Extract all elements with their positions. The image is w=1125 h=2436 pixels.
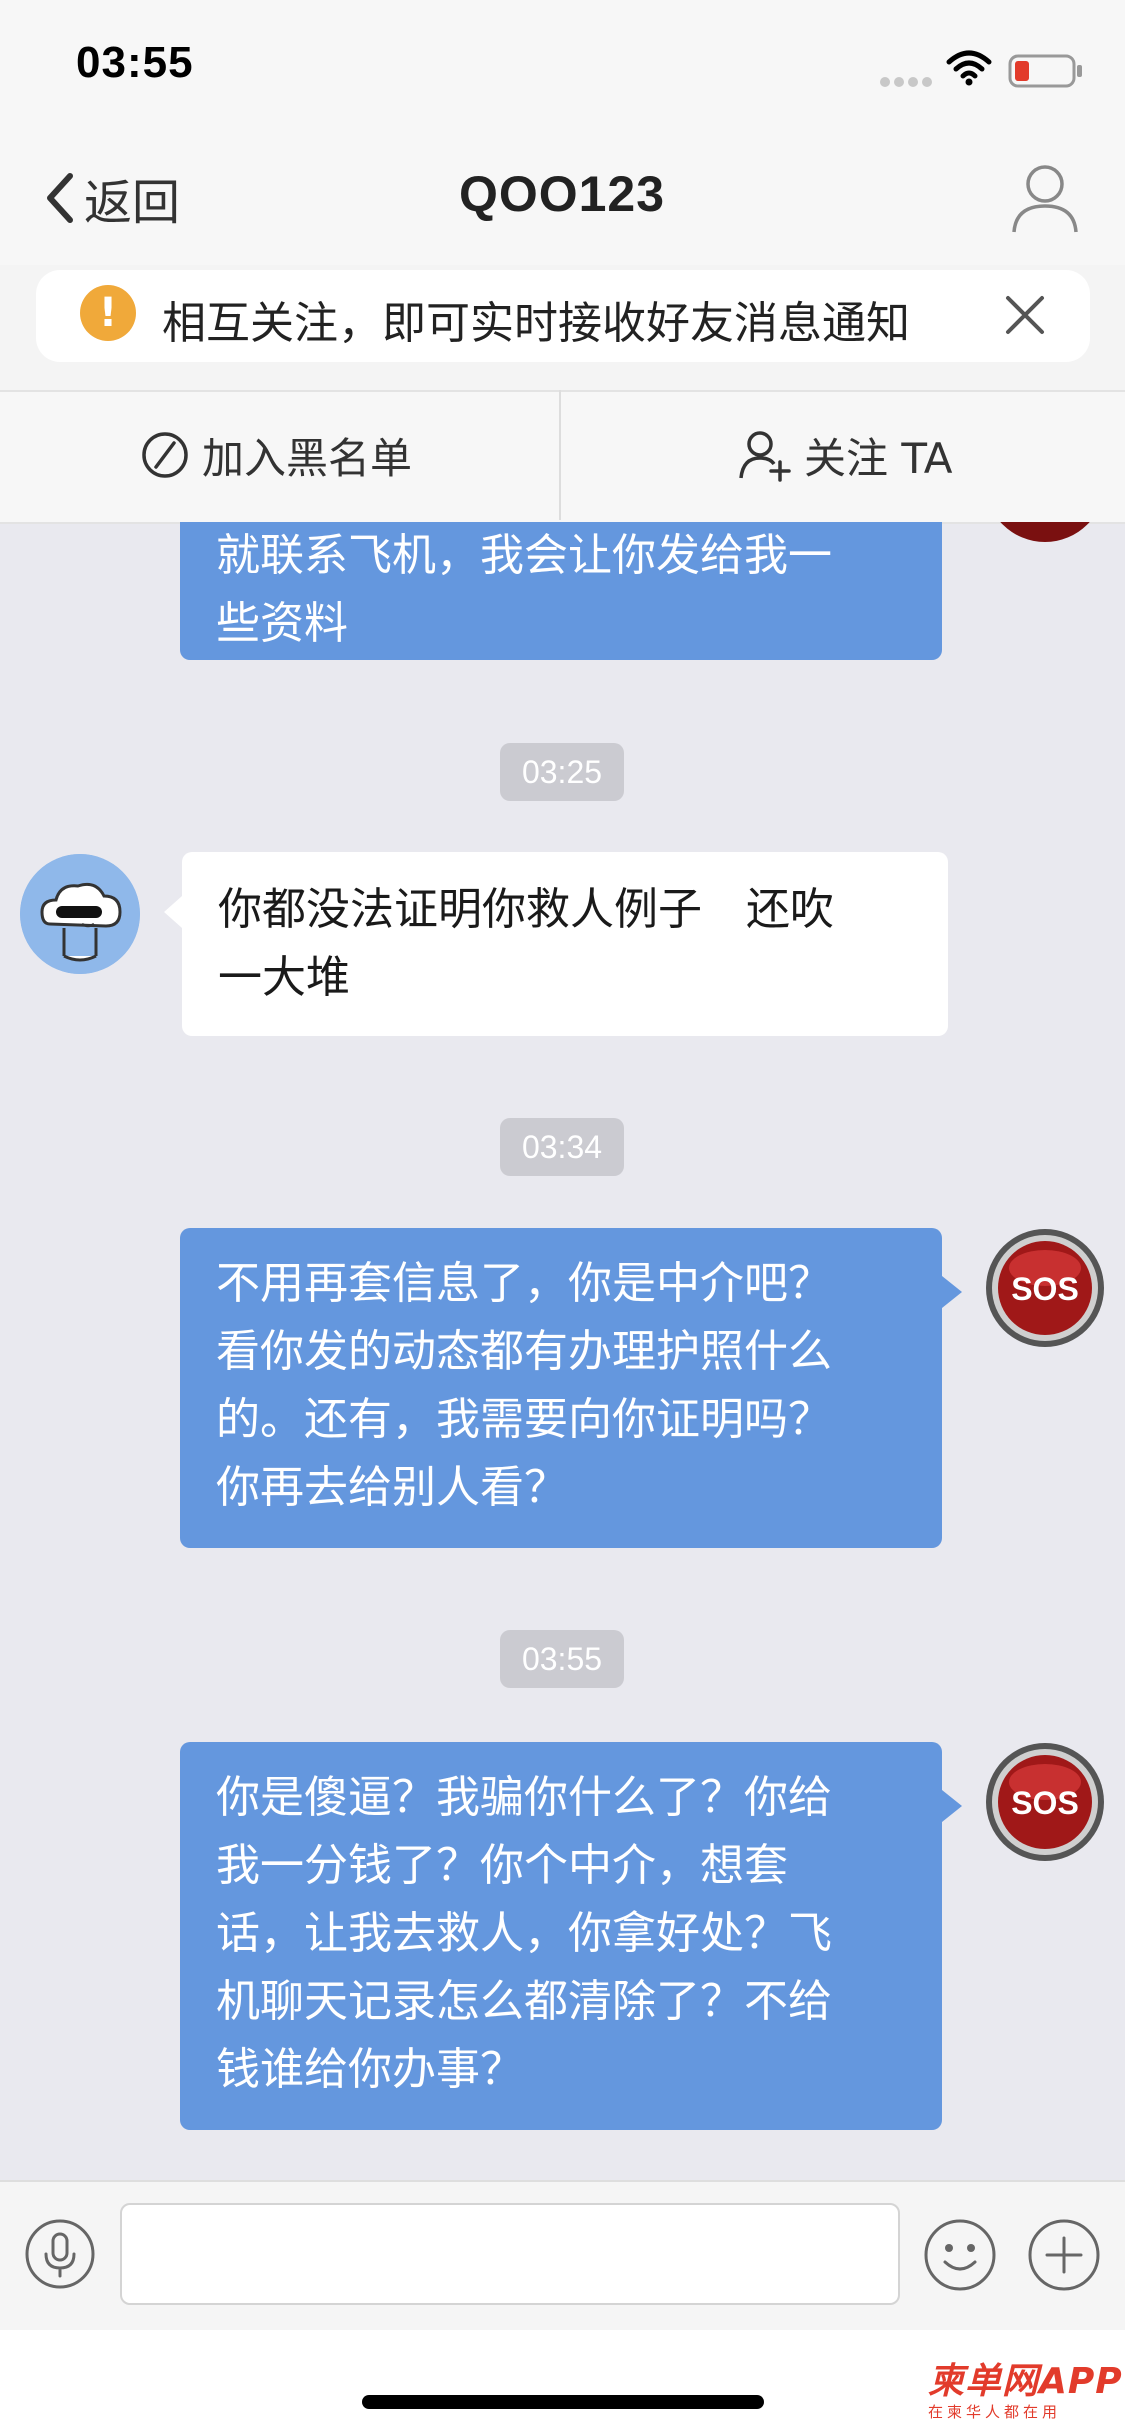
bubble-tail — [942, 1276, 962, 1308]
action-divider — [559, 390, 561, 520]
plus-icon[interactable] — [1027, 2218, 1101, 2292]
chat-area: 就联系飞机，我会让你发给我一 些资料 03:25 你都没法证明你救人例子 还吹 … — [0, 522, 1125, 2178]
timestamp: 03:55 — [500, 1630, 624, 1688]
sos-icon: SOS — [986, 1229, 1104, 1347]
avatar — [20, 854, 140, 974]
timestamp: 03:34 — [500, 1118, 624, 1176]
message-outgoing: 就联系飞机，我会让你发给我一 些资料 — [180, 522, 942, 660]
exclamation-icon: ! — [80, 285, 136, 341]
cloud-avatar-icon — [20, 854, 140, 974]
follow-button[interactable]: 关注 TA — [738, 420, 952, 490]
avatar — [985, 522, 1105, 542]
watermark-main: 柬单网APP — [928, 2361, 1123, 2402]
bubble-tail — [164, 896, 182, 928]
wifi-icon — [946, 50, 992, 86]
sos-label: SOS — [1011, 1271, 1079, 1307]
message-incoming: 你都没法证明你救人例子 还吹 一大堆 — [182, 852, 948, 1036]
sos-avatar: SOS — [985, 1742, 1105, 1862]
message-outgoing: 你是傻逼？我骗你什么了？你给 我一分钱了？你个中介，想套 话，让我去救人，你拿好… — [180, 1742, 942, 2130]
home-indicator[interactable] — [362, 2395, 764, 2409]
bubble-tail — [942, 1790, 962, 1822]
timestamp: 03:25 — [500, 743, 624, 801]
blacklist-label: 加入黑名单 — [202, 433, 413, 483]
watermark-sub: 在柬华人都在用 — [928, 2403, 1062, 2421]
person-add-icon — [739, 431, 791, 482]
sos-label: SOS — [1011, 1785, 1079, 1821]
close-icon[interactable] — [1000, 290, 1050, 340]
watermark-logo: 柬单网APP 在柬华人都在用 — [928, 2361, 1123, 2428]
battery-low-icon — [1008, 54, 1082, 88]
back-button[interactable]: 返回 — [40, 163, 180, 233]
status-time: 03:55 — [76, 38, 194, 87]
sos-icon: SOS — [986, 1743, 1104, 1861]
back-label: 返回 — [84, 175, 181, 231]
sos-avatar: SOS — [985, 1228, 1105, 1348]
notice-text: 相互关注，即可实时接收好友消息通知 — [162, 298, 910, 349]
smiley-icon[interactable] — [923, 2218, 997, 2292]
add-to-blacklist-button[interactable]: 加入黑名单 — [140, 420, 412, 490]
cellular-signal-icon — [880, 72, 940, 87]
follow-label: 关注 TA — [804, 433, 953, 483]
message-outgoing: 不用再套信息了，你是中介吧？ 看你发的动态都有办理护照什么 的。还有，我需要向你… — [180, 1228, 942, 1548]
chat-title: QOO123 — [458, 166, 666, 222]
chevron-left-icon — [47, 173, 73, 223]
message-input[interactable] — [120, 2203, 900, 2305]
person-icon[interactable] — [1010, 160, 1080, 236]
microphone-icon[interactable] — [24, 2218, 96, 2290]
prohibit-icon — [142, 432, 188, 478]
